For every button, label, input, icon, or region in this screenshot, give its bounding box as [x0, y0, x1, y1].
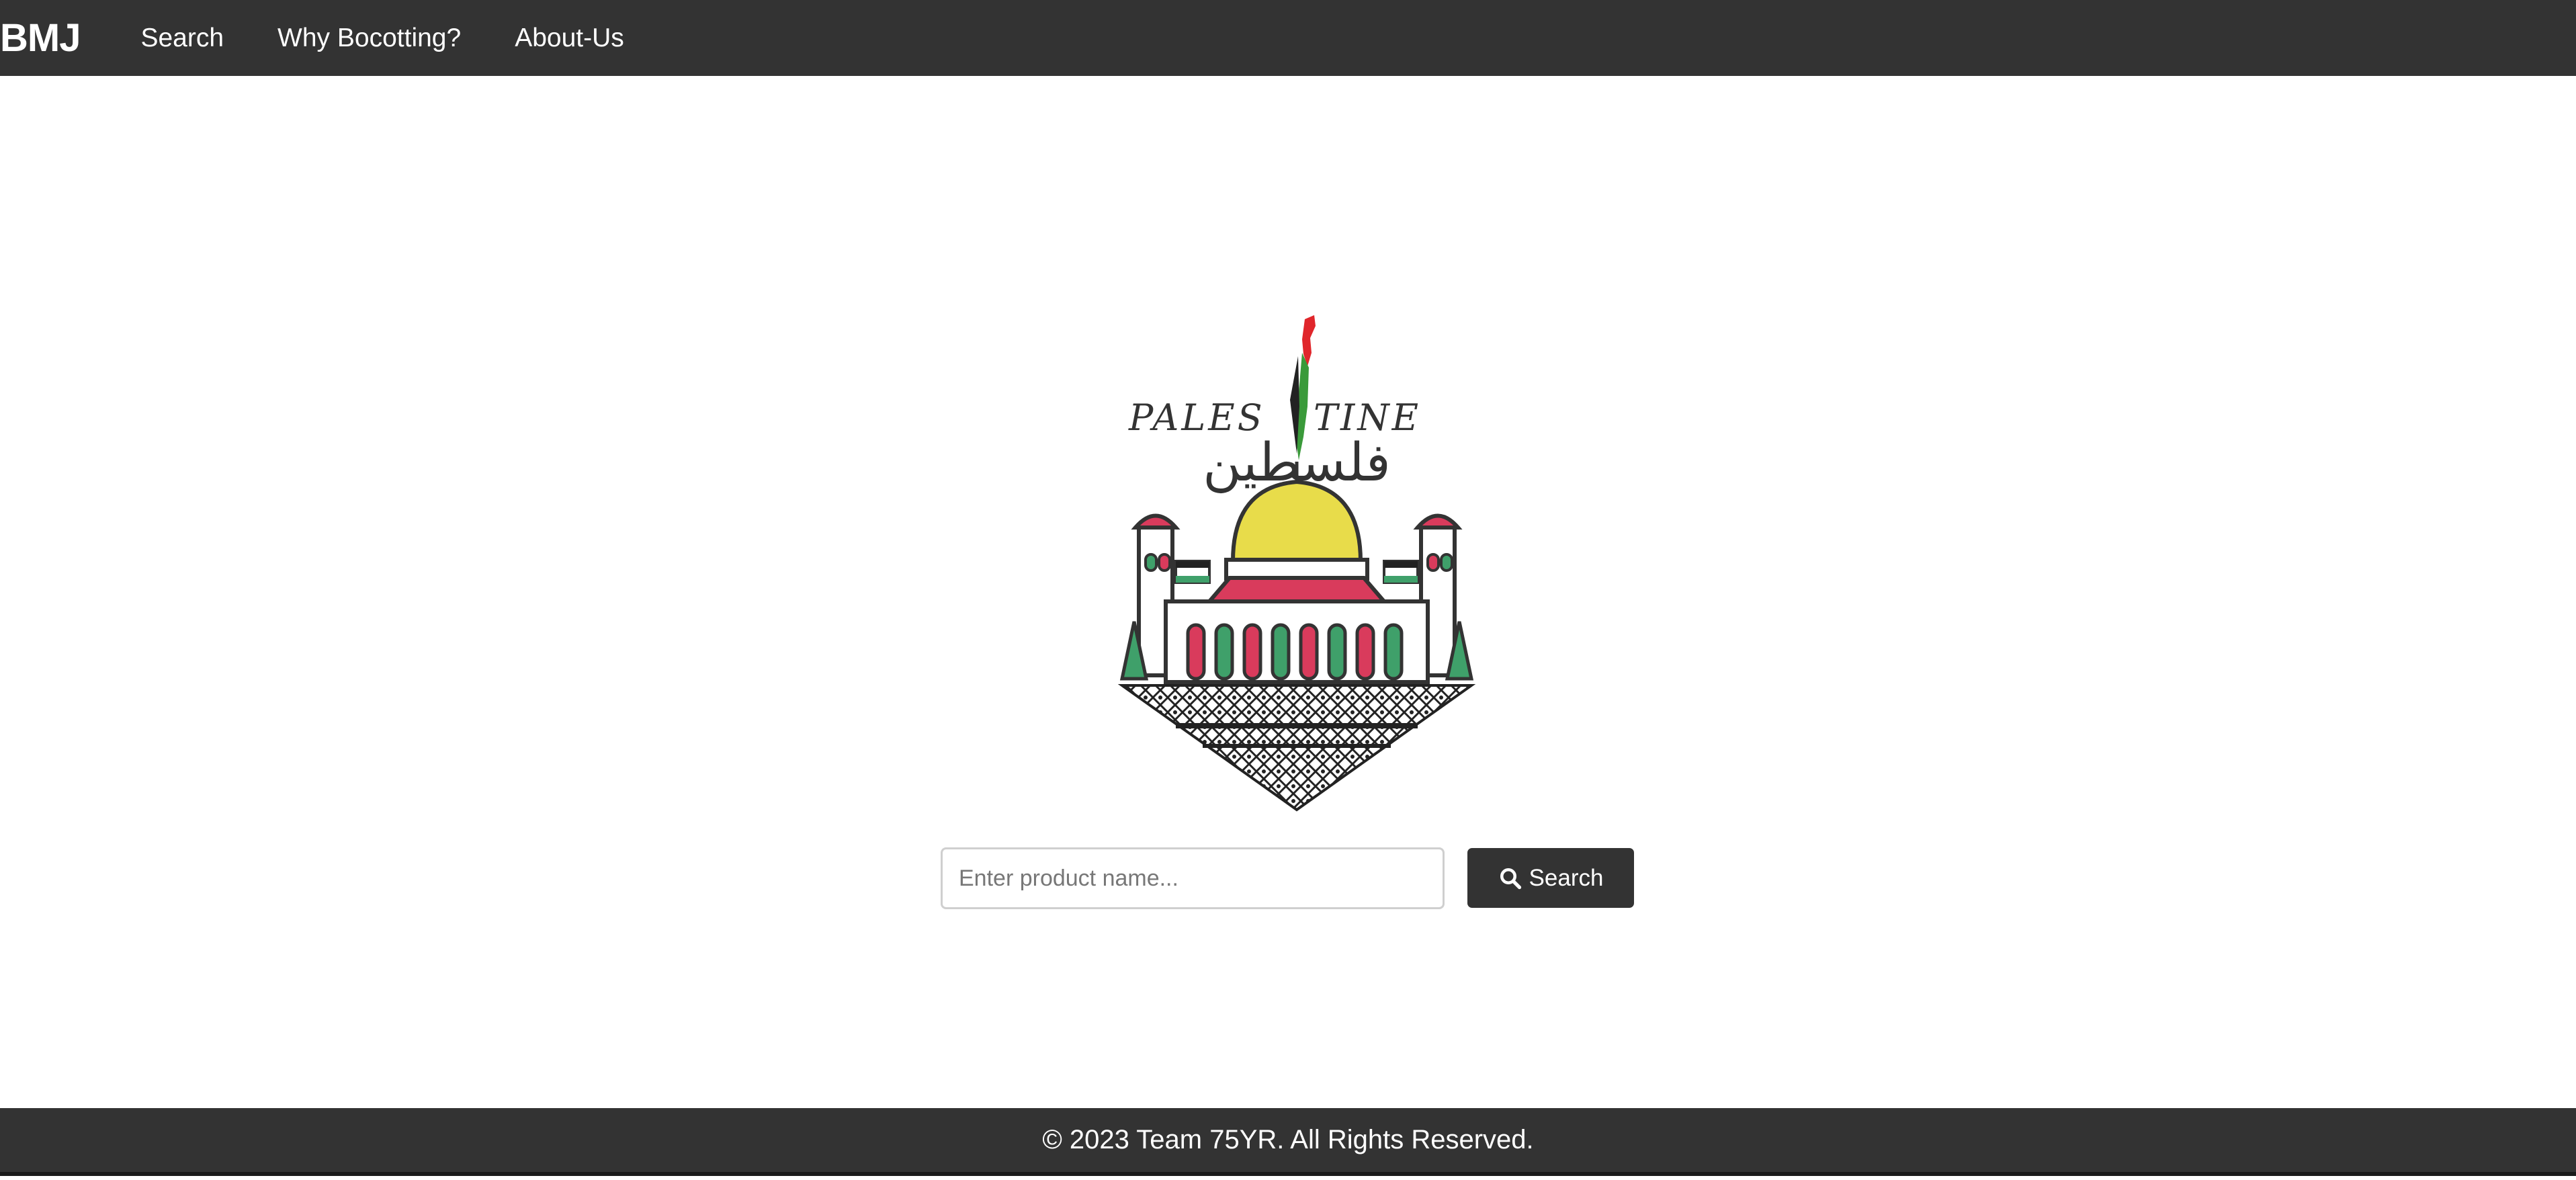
search-button[interactable]: Search	[1467, 848, 1634, 908]
nav-links: Search Why Bocotting? About-Us	[114, 0, 650, 76]
top-navbar: BMJ Search Why Bocotting? About-Us	[0, 0, 2576, 76]
nav-link-search[interactable]: Search	[114, 0, 251, 76]
search-button-label: Search	[1529, 864, 1604, 891]
palestine-logo-image: PALES TINE فلسطين	[1109, 306, 1485, 816]
product-search-input[interactable]	[941, 847, 1445, 909]
brand-logo-link[interactable]: BMJ	[0, 15, 81, 60]
nav-link-why-boycotting[interactable]: Why Bocotting?	[251, 0, 488, 76]
nav-link-about-us[interactable]: About-Us	[488, 0, 651, 76]
copyright-text: © 2023 Team 75YR. All Rights Reserved.	[1042, 1125, 1534, 1154]
palestine-logo-illustration: PALES TINE فلسطين	[1117, 315, 1476, 812]
page-footer: © 2023 Team 75YR. All Rights Reserved.	[0, 1108, 2576, 1176]
search-icon	[1498, 866, 1522, 890]
golden-dome	[1230, 479, 1363, 563]
